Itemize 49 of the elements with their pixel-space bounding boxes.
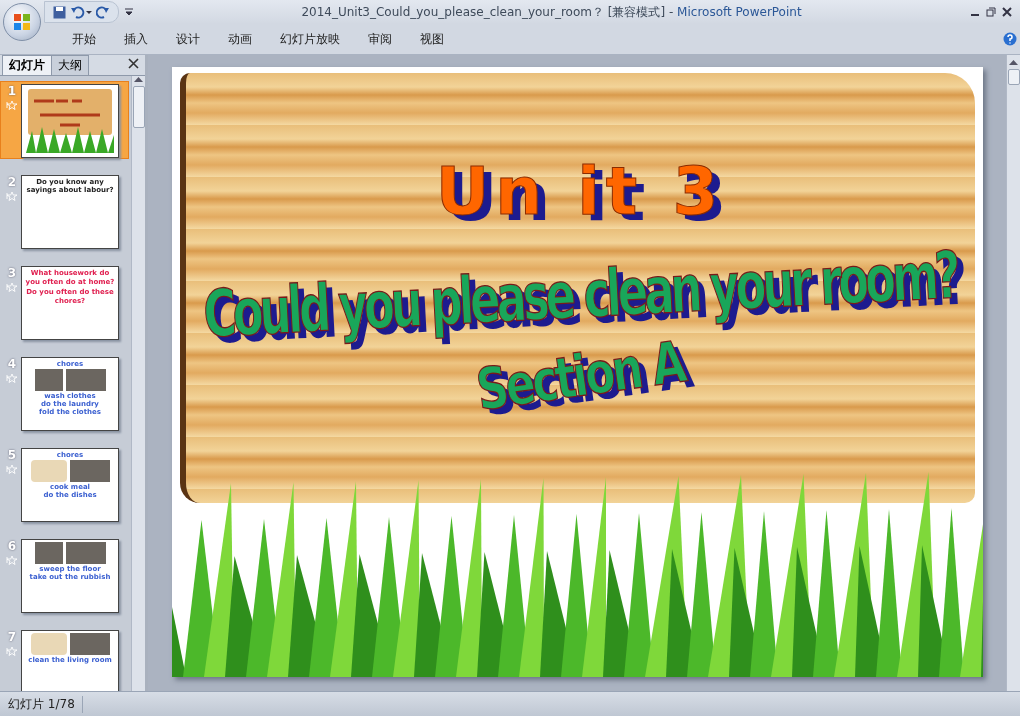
slide-number: 7 — [7, 630, 17, 644]
illustration-placeholder — [30, 460, 67, 482]
help-icon[interactable] — [1003, 32, 1017, 46]
close-icon[interactable] — [1002, 7, 1012, 17]
slide-number: 3 — [7, 266, 17, 280]
photo-placeholder — [34, 542, 63, 564]
restore-icon[interactable] — [986, 7, 996, 17]
illustration-placeholder — [30, 633, 67, 655]
scroll-up-icon[interactable] — [1009, 59, 1018, 65]
animation-star-icon — [6, 100, 18, 110]
scroll-thumb[interactable] — [132, 86, 145, 128]
animation-star-icon — [6, 373, 18, 383]
window-title: 2014_Unit3_Could_you_please_clean_your_room？ [兼容模式] - Microsoft PowerPoint — [300, 3, 803, 21]
office-button[interactable] — [3, 3, 41, 41]
slide-number: 4 — [7, 357, 17, 371]
scrollbar[interactable] — [131, 76, 145, 691]
redo-icon[interactable] — [96, 5, 110, 19]
animation-star-icon — [6, 646, 18, 656]
photo-placeholder — [65, 542, 106, 564]
unit-title: Un it 3 — [435, 153, 725, 230]
animation-star-icon — [6, 282, 18, 292]
office-logo-icon — [13, 13, 31, 31]
slide-number: 6 — [7, 539, 17, 553]
ribbon-tab[interactable]: 动画 — [214, 30, 266, 48]
scrollbar[interactable] — [1006, 55, 1020, 691]
pane-tab[interactable]: 大纲 — [51, 55, 89, 75]
customize-dropdown-icon[interactable] — [125, 8, 133, 16]
slide-number: 2 — [7, 175, 17, 189]
close-icon[interactable] — [128, 58, 139, 69]
photo-placeholder — [69, 460, 110, 482]
undo-icon[interactable] — [70, 5, 92, 19]
ribbon-tab[interactable]: 插入 — [110, 30, 162, 48]
slide-number: 1 — [7, 84, 17, 98]
animation-star-icon — [6, 464, 18, 474]
ribbon-tab[interactable]: 审阅 — [354, 30, 406, 48]
scroll-thumb[interactable] — [1007, 69, 1020, 85]
ribbon-tab[interactable]: 设计 — [162, 30, 214, 48]
slide-counter: 幻灯片 1/78 — [0, 695, 83, 713]
photo-placeholder — [34, 369, 63, 391]
save-icon[interactable] — [53, 5, 66, 19]
pane-tab[interactable]: 幻灯片 — [2, 55, 52, 75]
photo-placeholder — [65, 369, 106, 391]
animation-star-icon — [6, 191, 18, 201]
ribbon-tab[interactable]: 开始 — [58, 30, 110, 48]
ribbon-tab[interactable]: 幻灯片放映 — [266, 30, 354, 48]
animation-star-icon — [6, 555, 18, 565]
photo-placeholder — [69, 633, 110, 655]
ribbon-tab[interactable]: 视图 — [406, 30, 458, 48]
slide-number: 5 — [7, 448, 17, 462]
